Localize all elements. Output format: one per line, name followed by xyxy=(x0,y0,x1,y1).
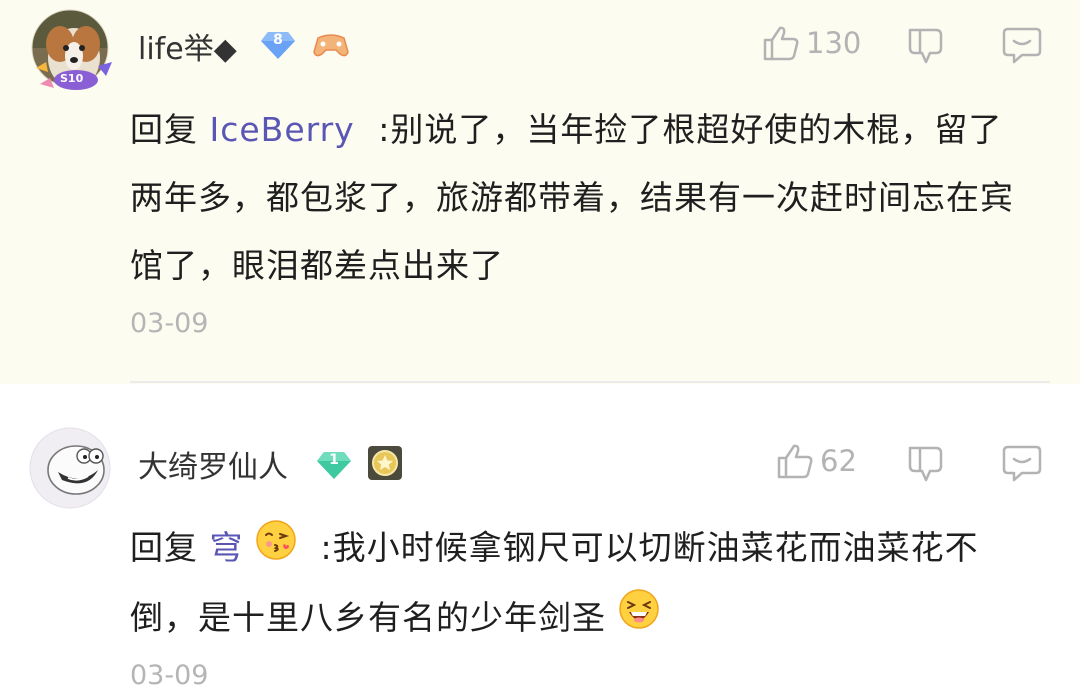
mention-link[interactable]: IceBerry xyxy=(210,110,355,149)
thumbs-up-icon xyxy=(777,444,813,479)
reply-prefix: 回复 xyxy=(130,110,198,149)
controller-badge xyxy=(312,30,350,64)
medal-badge xyxy=(366,444,404,486)
laughing-emoji-icon xyxy=(618,585,660,653)
comment-date: 03-09 xyxy=(130,660,209,691)
like-button[interactable]: 62 xyxy=(776,442,857,480)
mention-link[interactable]: 穹 xyxy=(210,528,244,567)
reply-button[interactable] xyxy=(1002,444,1042,482)
dislike-button[interactable] xyxy=(906,26,946,66)
thumbs-down-icon xyxy=(908,28,943,64)
comment-text: 回复 穹 :我小时候拿钢尺可以切断油菜花而油菜花不倒，是十里八乡有名的少年剑圣 xyxy=(130,514,1030,653)
level-badge: 1 xyxy=(316,450,352,484)
kissing-emoji-icon xyxy=(255,516,297,584)
dislike-button[interactable] xyxy=(906,444,946,484)
avatar[interactable] xyxy=(28,426,111,509)
reply-bubble-icon xyxy=(1002,445,1042,482)
level-badge: 8 xyxy=(260,30,296,64)
avatar[interactable]: S10 xyxy=(30,8,112,90)
level-number: 1 xyxy=(329,452,339,468)
comment-date: 03-09 xyxy=(130,308,209,339)
comment-item: 大绮罗仙人 1 62 回复 穹:我小时候拿钢尺可以切断油菜花而油菜花不倒，是十… xyxy=(0,384,1080,692)
level-number: 8 xyxy=(273,32,283,48)
reply-bubble-icon xyxy=(1002,27,1042,64)
username[interactable]: 大绮罗仙人 xyxy=(138,442,288,486)
like-count: 130 xyxy=(806,26,862,60)
thumbs-down-icon xyxy=(908,446,943,482)
comment-text: 回复 IceBerry :别说了，当年捡了根超好使的木棍，留了两年多，都包浆了，… xyxy=(130,96,1030,300)
like-count: 62 xyxy=(820,444,857,478)
divider xyxy=(130,381,1050,383)
reply-prefix: 回复 xyxy=(130,528,198,567)
thumbs-up-icon xyxy=(763,26,799,61)
username[interactable]: life举◆ xyxy=(138,24,237,68)
comment-item: S10 life举◆ 8 130 回复 IceBerry:别说了，当年捡了根超… xyxy=(0,0,1080,384)
like-button[interactable]: 130 xyxy=(762,24,861,62)
star-medal-badge-icon xyxy=(368,446,402,480)
avatar-badge-label: S10 xyxy=(60,72,84,85)
controller-badge-icon xyxy=(313,34,349,57)
reply-button[interactable] xyxy=(1002,26,1042,64)
